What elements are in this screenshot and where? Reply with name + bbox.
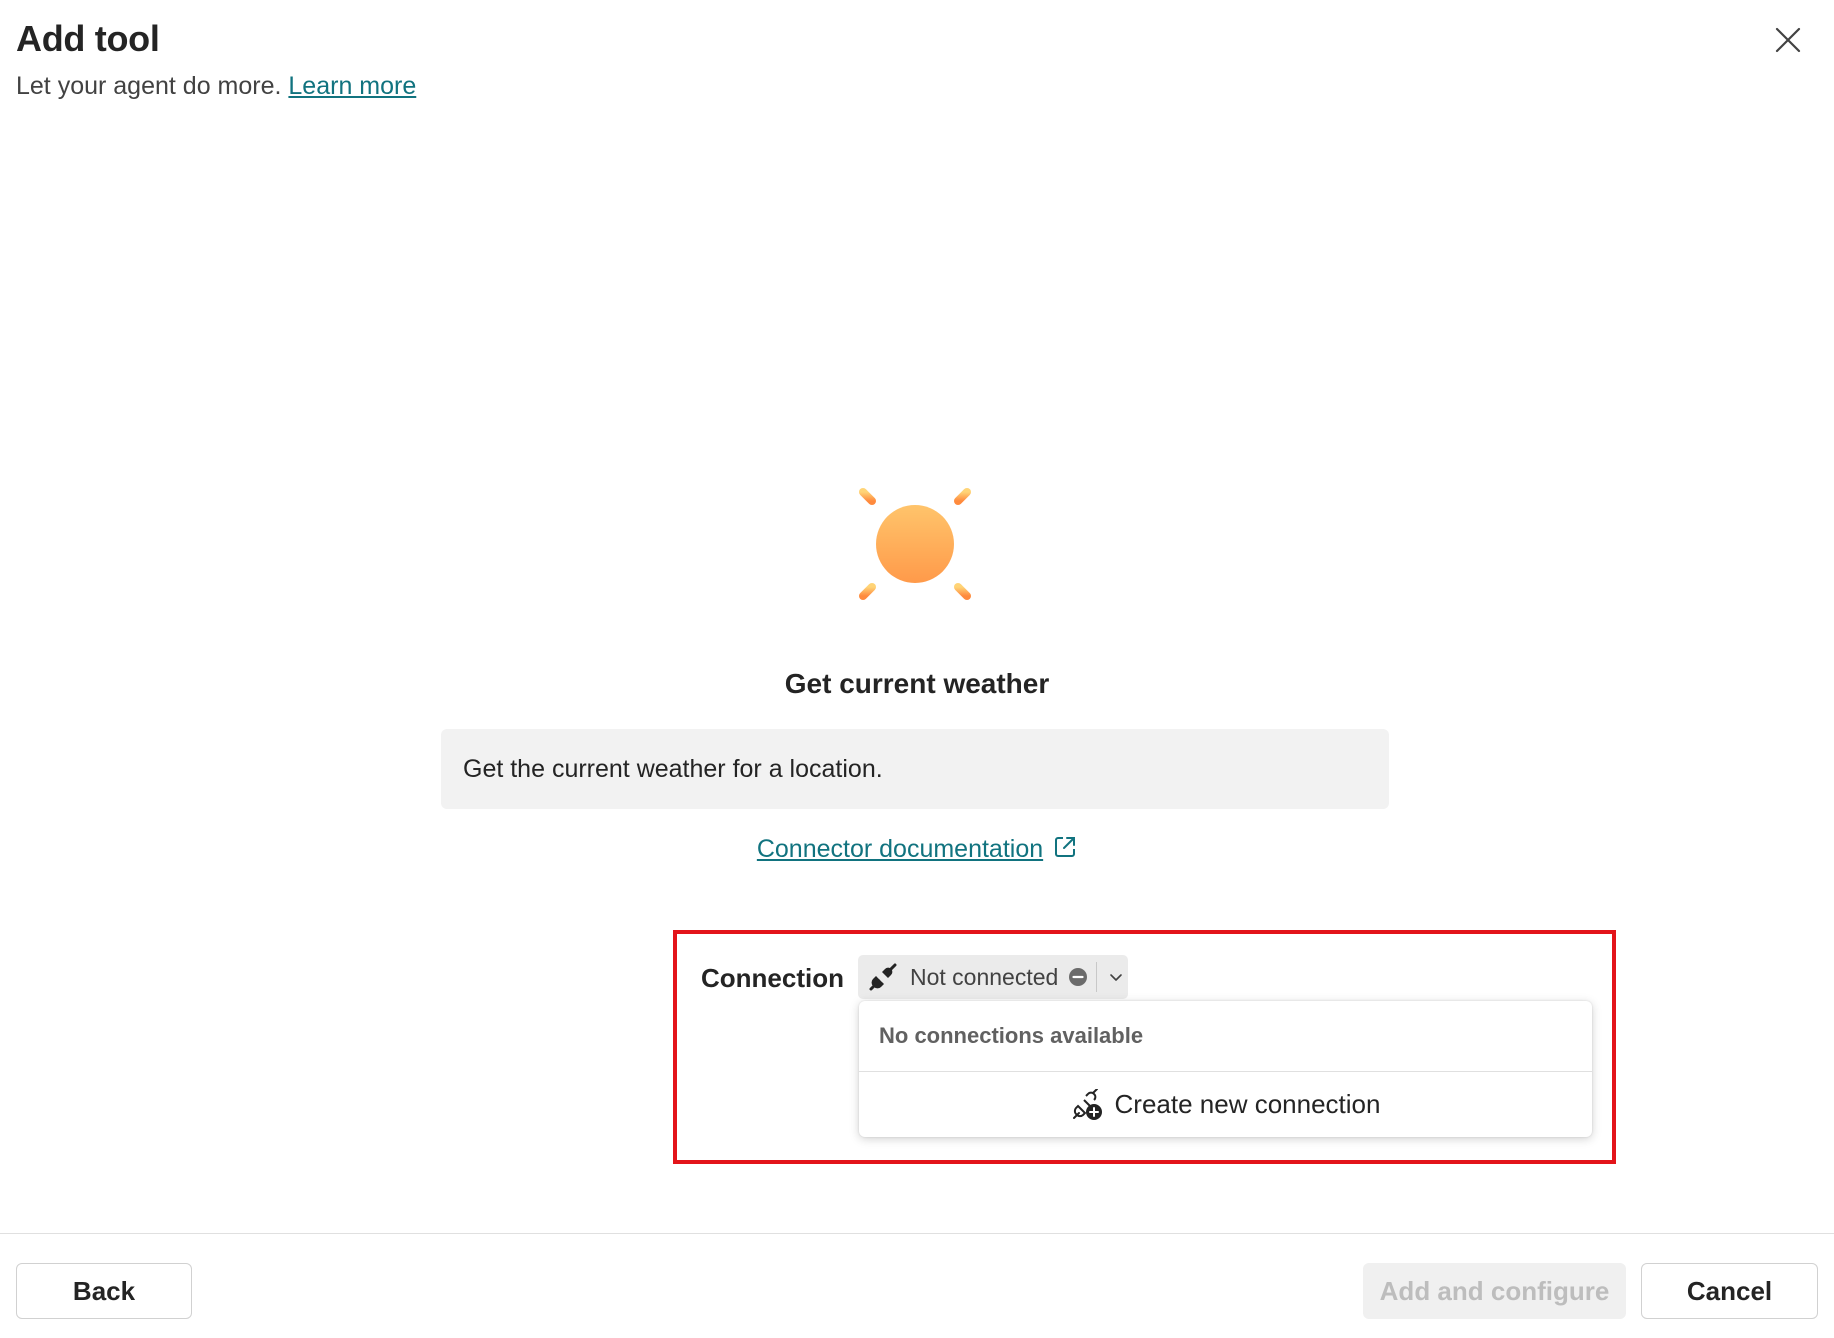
create-new-connection-button[interactable]: Create new connection: [859, 1072, 1592, 1137]
footer-divider: [0, 1233, 1834, 1234]
no-connections-text: No connections available: [859, 1001, 1592, 1072]
back-button[interactable]: Back: [16, 1263, 192, 1319]
connection-status-text: Not connected: [910, 963, 1059, 990]
dialog-subtitle: Let your agent do more. Learn more: [16, 72, 416, 101]
close-icon: [1775, 27, 1801, 53]
connection-label: Connection: [701, 963, 844, 993]
create-new-connection-label: Create new connection: [1114, 1089, 1381, 1119]
sun-icon: [837, 466, 993, 622]
learn-more-link[interactable]: Learn more: [288, 72, 416, 100]
connector-doc: Connector documentation: [0, 835, 1834, 866]
status-minus-icon: [1069, 968, 1088, 986]
chevron-down-icon[interactable]: [1105, 966, 1127, 988]
connection-dropdown[interactable]: Not connected: [858, 955, 1128, 999]
dialog-title: Add tool: [16, 18, 160, 59]
plug-add-icon: [1072, 1088, 1102, 1120]
dropdown-separator: [1096, 962, 1098, 992]
add-and-configure-button[interactable]: Add and configure: [1363, 1263, 1626, 1319]
plug-disconnected-icon: [866, 960, 900, 994]
close-button[interactable]: [1770, 22, 1806, 58]
connector-documentation-link[interactable]: Connector documentation: [757, 835, 1043, 863]
cancel-button[interactable]: Cancel: [1641, 1263, 1818, 1319]
tool-name: Get current weather: [784, 668, 1050, 699]
subtitle-text: Let your agent do more.: [16, 72, 282, 100]
external-link-icon: [1053, 835, 1077, 866]
connection-menu: No connections available Create new conn…: [859, 1001, 1592, 1137]
tool-description: Get the current weather for a location.: [441, 729, 1389, 809]
tool-description-text: Get the current weather for a location.: [463, 754, 883, 783]
